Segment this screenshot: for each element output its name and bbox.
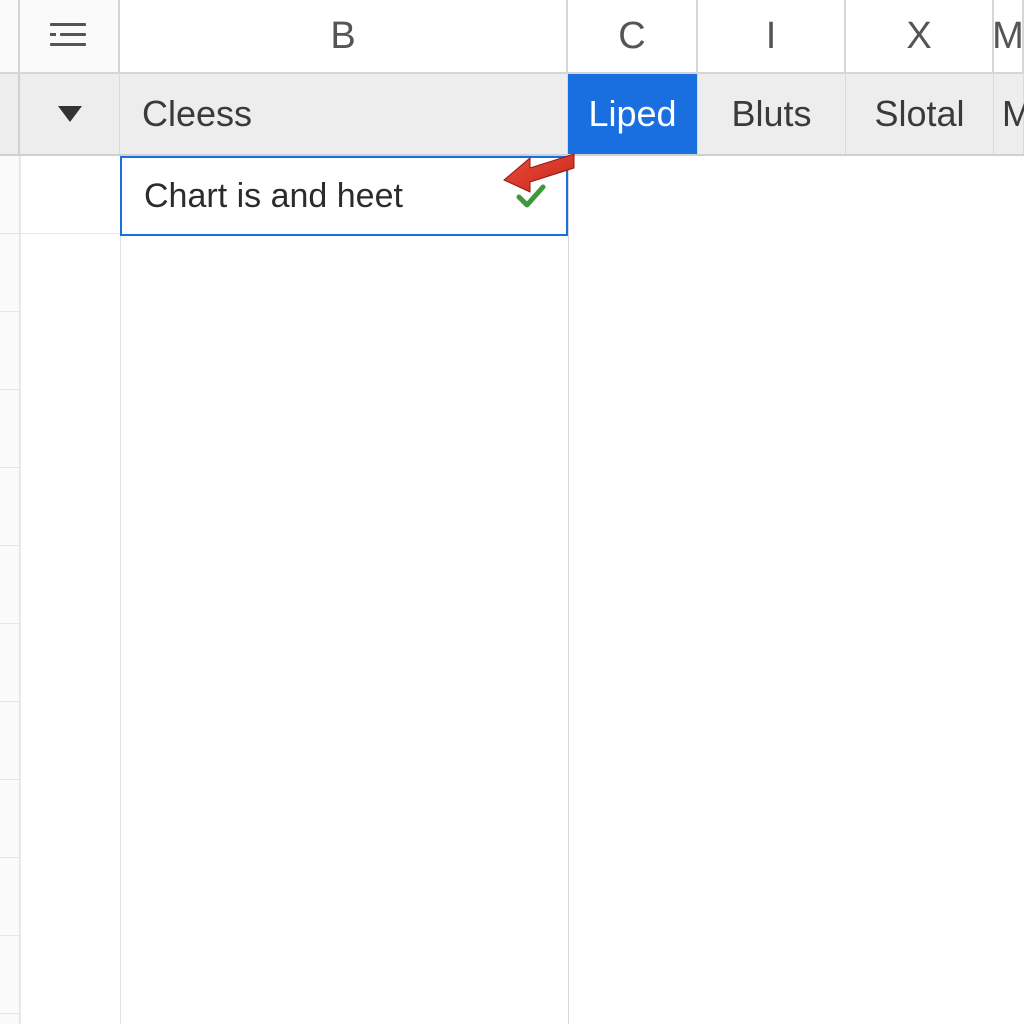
row-header-gutter (0, 0, 20, 72)
header-cell-slotal[interactable]: Slotal (846, 74, 994, 154)
row-header-gutter-2 (0, 74, 20, 154)
active-cell-b2[interactable]: Chart is and heet (120, 156, 568, 236)
grid-body[interactable] (0, 156, 1024, 1024)
header-cell-bluts[interactable]: Bluts (698, 74, 846, 154)
outline-toggle[interactable] (20, 0, 120, 72)
column-header-b[interactable]: B (120, 0, 568, 72)
gridline (20, 156, 21, 1024)
column-header-row: B C I X M (0, 0, 1024, 74)
filter-dropdown[interactable] (20, 74, 120, 154)
checkmark-icon (516, 183, 546, 209)
column-header-i[interactable]: I (698, 0, 846, 72)
outline-icon (50, 21, 88, 51)
chevron-down-icon (58, 106, 82, 122)
field-header-row: Cleess Liped Bluts Slotal M (0, 74, 1024, 156)
header-cell-liped[interactable]: Liped (568, 74, 698, 154)
row-number-gutter (0, 156, 20, 1024)
row-label-column (20, 156, 120, 1024)
header-cell-cleess[interactable]: Cleess (120, 74, 568, 154)
column-header-c[interactable]: C (568, 0, 698, 72)
spreadsheet: B C I X M Cleess Liped Bluts Slotal M (0, 0, 1024, 1024)
gridline (568, 156, 569, 1024)
column-header-x[interactable]: X (846, 0, 994, 72)
gridline (120, 156, 121, 1024)
header-cell-m[interactable]: M (994, 74, 1024, 154)
column-header-m[interactable]: M (994, 0, 1024, 72)
cell-editor-text[interactable]: Chart is and heet (144, 177, 403, 216)
